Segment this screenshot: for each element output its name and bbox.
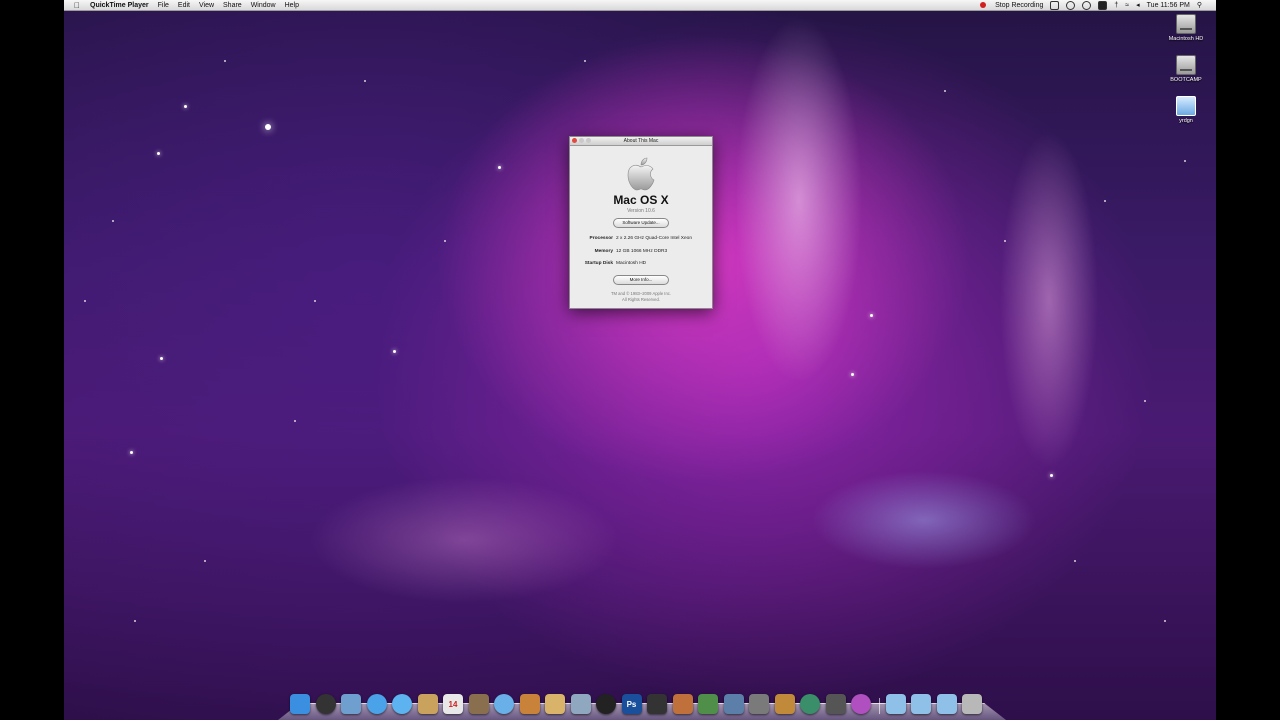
memory-label: Memory: [594, 248, 613, 254]
menu-edit[interactable]: Edit: [178, 2, 190, 9]
itunes-icon[interactable]: [494, 694, 514, 714]
trash-icon[interactable]: [962, 694, 982, 714]
wifi-icon[interactable]: ≈: [1125, 2, 1129, 9]
zoom-icon[interactable]: [586, 138, 591, 143]
applications-folder-icon[interactable]: [885, 694, 906, 714]
software-update-button[interactable]: Software Update...: [613, 218, 669, 228]
garageband-icon[interactable]: [774, 694, 795, 714]
dashboard-icon[interactable]: [315, 694, 336, 714]
startup-disk-row: Startup Disk Macintosh HD: [570, 261, 712, 274]
spotlight-icon[interactable]: ⚲: [1197, 1, 1202, 9]
menu-window[interactable]: Window: [251, 2, 276, 9]
time-machine-icon[interactable]: [800, 694, 820, 714]
safari-icon[interactable]: [366, 694, 387, 714]
memory-value: 12 GB 1066 MHz DDR3: [616, 248, 668, 254]
desktop-icon-bootcamp[interactable]: BOOTCAMP: [1156, 55, 1216, 83]
minimize-icon[interactable]: [579, 138, 584, 143]
menu-extras: Stop Recording † ≈ ◂ Tue 11:56 PM ⚲: [966, 0, 1202, 10]
keynote-icon[interactable]: [672, 694, 693, 714]
about-this-mac-window: About This Mac Mac OS X Version 10.6 Sof…: [569, 136, 713, 309]
xcode-icon[interactable]: [723, 694, 744, 714]
menu-file[interactable]: File: [158, 2, 169, 9]
address-book-icon[interactable]: [417, 694, 438, 714]
menu-view[interactable]: View: [199, 2, 214, 9]
preview-icon[interactable]: [341, 694, 361, 714]
finder-icon[interactable]: [290, 694, 310, 714]
bluetooth-icon[interactable]: †: [1114, 2, 1118, 9]
documents-folder-icon[interactable]: [911, 694, 931, 714]
ichat-icon[interactable]: [392, 694, 412, 714]
apple-logo-icon: [627, 157, 655, 191]
display-icon[interactable]: [1050, 0, 1060, 10]
dock-icons: 14 Ps: [290, 694, 994, 714]
startup-disk-value: Macintosh HD: [616, 261, 647, 266]
ical-icon[interactable]: 14: [443, 694, 463, 714]
system-preferences-icon[interactable]: [749, 694, 769, 714]
final-cut-icon[interactable]: [647, 694, 667, 714]
photoshop-icon[interactable]: Ps: [621, 694, 642, 714]
imovie-icon[interactable]: [570, 694, 591, 714]
close-icon[interactable]: [572, 138, 577, 143]
window-title: About This Mac: [623, 138, 659, 144]
desktop-icon-label: BOOTCAMP: [1170, 77, 1202, 83]
hard-drive-icon: [1176, 14, 1196, 34]
folder-icon: [1176, 96, 1196, 116]
memory-row: Memory 12 GB 1066 MHz DDR3: [570, 249, 712, 262]
processor-label: Processor: [589, 236, 613, 241]
desktop-icon-label: Macintosh HD: [1168, 36, 1204, 42]
desktop-icon-macintosh-hd[interactable]: Macintosh HD: [1156, 14, 1216, 42]
startup-disk-label: Startup Disk: [584, 261, 613, 266]
activity-monitor-icon[interactable]: [825, 694, 846, 714]
desktop-icon-label: yrdgn: [1179, 118, 1193, 124]
app-menu[interactable]: QuickTime Player: [90, 2, 149, 9]
clock[interactable]: Tue 11:56 PM: [1147, 2, 1190, 9]
iphoto-icon[interactable]: [519, 694, 540, 714]
hard-drive-icon: [1176, 55, 1196, 75]
volume-icon[interactable]: ◂: [1136, 1, 1140, 9]
dock-separator: [878, 698, 880, 714]
copyright: TM and © 1983–2009 Apple Inc. All Rights…: [610, 290, 672, 302]
sync-icon[interactable]: [1082, 0, 1092, 10]
numbers-icon[interactable]: [698, 694, 718, 714]
time-machine-status-icon[interactable]: [1066, 0, 1076, 10]
dvd-player-icon[interactable]: [596, 694, 616, 714]
os-name: Mac OS X: [613, 193, 669, 207]
menu-bar:  QuickTime Player File Edit View Share …: [64, 0, 1216, 11]
menu-share[interactable]: Share: [223, 2, 242, 9]
processor-row: Processor 2 x 2.26 GHz Quad-Core Intel X…: [570, 236, 712, 249]
apple-menu-icon[interactable]: : [72, 0, 82, 10]
more-info-button[interactable]: More Info...: [613, 274, 669, 285]
processor-value: 2 x 2.26 GHz Quad-Core Intel Xeon: [616, 236, 692, 241]
window-controls: [572, 138, 593, 143]
front-row-icon[interactable]: [851, 694, 871, 714]
desktop:  QuickTime Player File Edit View Share …: [64, 0, 1216, 720]
preview-photos-icon[interactable]: [468, 694, 489, 714]
downloads-folder-icon[interactable]: [936, 694, 957, 714]
os-version: Version 10.6: [627, 208, 655, 214]
stop-recording-button[interactable]: Stop Recording: [973, 2, 1043, 9]
window-titlebar[interactable]: About This Mac: [570, 137, 712, 146]
iweb-icon[interactable]: [545, 694, 565, 714]
desktop-icon-yrdgn[interactable]: yrdgn: [1156, 96, 1216, 124]
dock: 14 Ps: [278, 688, 1006, 720]
script-icon[interactable]: [1098, 0, 1108, 10]
record-icon: [980, 1, 987, 8]
system-info: Processor 2 x 2.26 GHz Quad-Core Intel X…: [570, 236, 712, 274]
menu-help[interactable]: Help: [285, 2, 299, 9]
